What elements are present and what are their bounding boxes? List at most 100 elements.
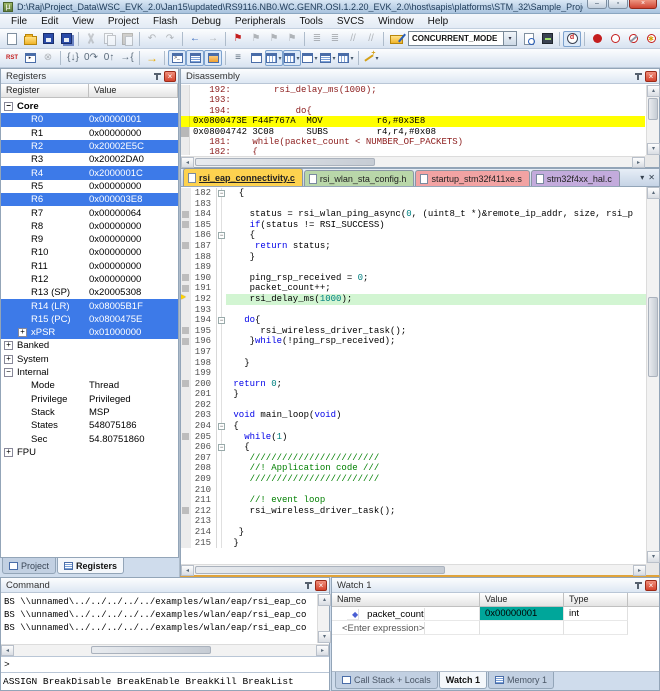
code-text[interactable]: }: [226, 252, 646, 263]
register-row[interactable]: +Banked: [1, 339, 178, 352]
code-text[interactable]: packet_count++;: [226, 283, 646, 294]
scroll-down-icon[interactable]: ▾: [647, 551, 660, 563]
breakpoint-margin[interactable]: [181, 379, 191, 390]
navigate-back-button[interactable]: ←: [186, 31, 204, 47]
close-icon[interactable]: ✕: [648, 173, 655, 182]
breakpoint-margin[interactable]: [181, 389, 191, 400]
close-icon[interactable]: ×: [164, 71, 176, 82]
watch-row[interactable]: ◆packet_count0x00000001int: [332, 607, 659, 621]
memory-windows-button[interactable]: ▾: [283, 50, 301, 66]
breakpoint-margin[interactable]: [181, 252, 191, 263]
breakpoint-margin[interactable]: [181, 199, 191, 210]
code-text[interactable]: ////////////////////////: [226, 453, 646, 464]
code-text[interactable]: [226, 262, 646, 273]
editor-line[interactable]: 206− {: [181, 442, 646, 453]
editor-vertical-scrollbar[interactable]: ▴ ▾: [646, 187, 659, 563]
breakpoint-margin[interactable]: ▶: [181, 294, 191, 305]
code-text[interactable]: [226, 485, 646, 496]
minimize-button[interactable]: –: [587, 0, 607, 9]
symbols-window-button[interactable]: [204, 50, 222, 66]
bookmark-toggle-button[interactable]: ⚑: [229, 31, 247, 47]
code-text[interactable]: status = rsi_wlan_ping_async(0, (uint8_t…: [226, 209, 646, 220]
value-column-header[interactable]: Value: [480, 593, 564, 607]
scroll-down-icon[interactable]: ▾: [318, 631, 331, 643]
fold-collapse-icon[interactable]: −: [218, 423, 225, 430]
expand-icon[interactable]: +: [4, 448, 13, 457]
editor-line[interactable]: 198 }: [181, 358, 646, 369]
bookmark-prev-button[interactable]: ⚑: [247, 31, 265, 47]
breakpoint-margin[interactable]: [181, 474, 191, 485]
chevron-down-icon[interactable]: ▾: [350, 55, 353, 62]
editor-line[interactable]: 208 //! Application code ///: [181, 463, 646, 474]
scroll-left-icon[interactable]: ◂: [181, 565, 194, 576]
toolbox-button[interactable]: ▾: [362, 50, 380, 66]
register-row[interactable]: −Internal: [1, 366, 178, 379]
breakpoint-margin[interactable]: [181, 188, 191, 199]
register-row[interactable]: States548075186: [1, 419, 178, 432]
editor-line[interactable]: 191 packet_count++;: [181, 283, 646, 294]
register-row[interactable]: R120x00000000: [1, 273, 178, 286]
register-row[interactable]: R50x00000000: [1, 180, 178, 193]
tab-watch-1[interactable]: Watch 1: [439, 672, 487, 689]
close-button[interactable]: ×: [629, 0, 657, 9]
code-text[interactable]: {: [226, 421, 646, 432]
redo-button[interactable]: ↷: [161, 31, 179, 47]
register-row[interactable]: R40x2000001C: [1, 166, 178, 179]
menu-item-help[interactable]: Help: [421, 14, 456, 29]
debug-session-button[interactable]: d: [563, 31, 581, 47]
register-row[interactable]: R20x20002E5C: [1, 140, 178, 153]
code-text[interactable]: {: [226, 188, 646, 199]
enable-disable-breakpoint-button[interactable]: [606, 31, 624, 47]
menu-item-svcs[interactable]: SVCS: [330, 14, 371, 29]
disassembly-margin[interactable]: [181, 137, 190, 147]
register-row[interactable]: R15 (PC)0x0800475E: [1, 313, 178, 326]
chevron-down-icon[interactable]: ▾: [314, 55, 317, 62]
call-stack-window-button[interactable]: [247, 50, 265, 66]
editor-line[interactable]: 199: [181, 368, 646, 379]
close-icon[interactable]: ×: [315, 580, 327, 591]
pin-icon[interactable]: [633, 72, 642, 81]
breakpoint-margin[interactable]: [181, 368, 191, 379]
tab-memory-1[interactable]: Memory 1: [488, 672, 554, 689]
register-row[interactable]: R110x00000000: [1, 260, 178, 273]
breakpoint-margin[interactable]: [181, 262, 191, 273]
disassembly-line[interactable]: 194: do{: [181, 106, 645, 116]
uncomment-selection-button[interactable]: //: [362, 31, 380, 47]
register-row[interactable]: +System: [1, 353, 178, 366]
comment-selection-button[interactable]: //: [344, 31, 362, 47]
editor-line[interactable]: 204− {: [181, 421, 646, 432]
breakpoint-margin[interactable]: [181, 516, 191, 527]
step-button[interactable]: {↓}: [64, 50, 82, 66]
flash-download-button[interactable]: [538, 31, 556, 47]
editor-line[interactable]: 190 ping_rsp_received = 0;: [181, 273, 646, 284]
register-row[interactable]: R60x000003E8: [1, 193, 178, 206]
collapse-icon[interactable]: −: [4, 368, 13, 377]
code-text[interactable]: }: [226, 389, 646, 400]
editor-line[interactable]: 189: [181, 262, 646, 273]
scroll-right-icon[interactable]: ▸: [316, 645, 329, 656]
run-button[interactable]: ▸: [21, 50, 39, 66]
new-file-button[interactable]: [3, 31, 21, 47]
name-column-header[interactable]: Name: [332, 593, 480, 607]
breakpoint-margin[interactable]: [181, 326, 191, 337]
chevron-down-icon[interactable]: ▾: [278, 55, 281, 62]
menu-item-view[interactable]: View: [65, 14, 101, 29]
tab-call-stack-locals[interactable]: Call Stack + Locals: [335, 672, 438, 689]
breakpoint-margin[interactable]: [181, 463, 191, 474]
options-for-target-button[interactable]: [520, 31, 538, 47]
code-text[interactable]: if(status != RSI_SUCCESS): [226, 220, 646, 231]
code-text[interactable]: [226, 516, 646, 527]
editor-line[interactable]: 203 void main_loop(void): [181, 410, 646, 421]
scroll-up-icon[interactable]: ▴: [318, 594, 331, 606]
chevron-down-icon[interactable]: ▾: [640, 173, 644, 182]
disassembly-margin[interactable]: [181, 95, 190, 105]
step-out-button[interactable]: 0↑: [100, 50, 118, 66]
maximize-button[interactable]: ▫: [608, 0, 628, 9]
register-row[interactable]: R10x00000000: [1, 127, 178, 140]
code-text[interactable]: ////////////////////////: [226, 474, 646, 485]
register-row[interactable]: +FPU: [1, 446, 178, 459]
reset-cpu-button[interactable]: RST: [3, 50, 21, 66]
chevron-down-icon[interactable]: ▾: [296, 55, 299, 62]
editor-line[interactable]: 205 while(1): [181, 432, 646, 443]
system-viewer-button[interactable]: ▾: [337, 50, 355, 66]
